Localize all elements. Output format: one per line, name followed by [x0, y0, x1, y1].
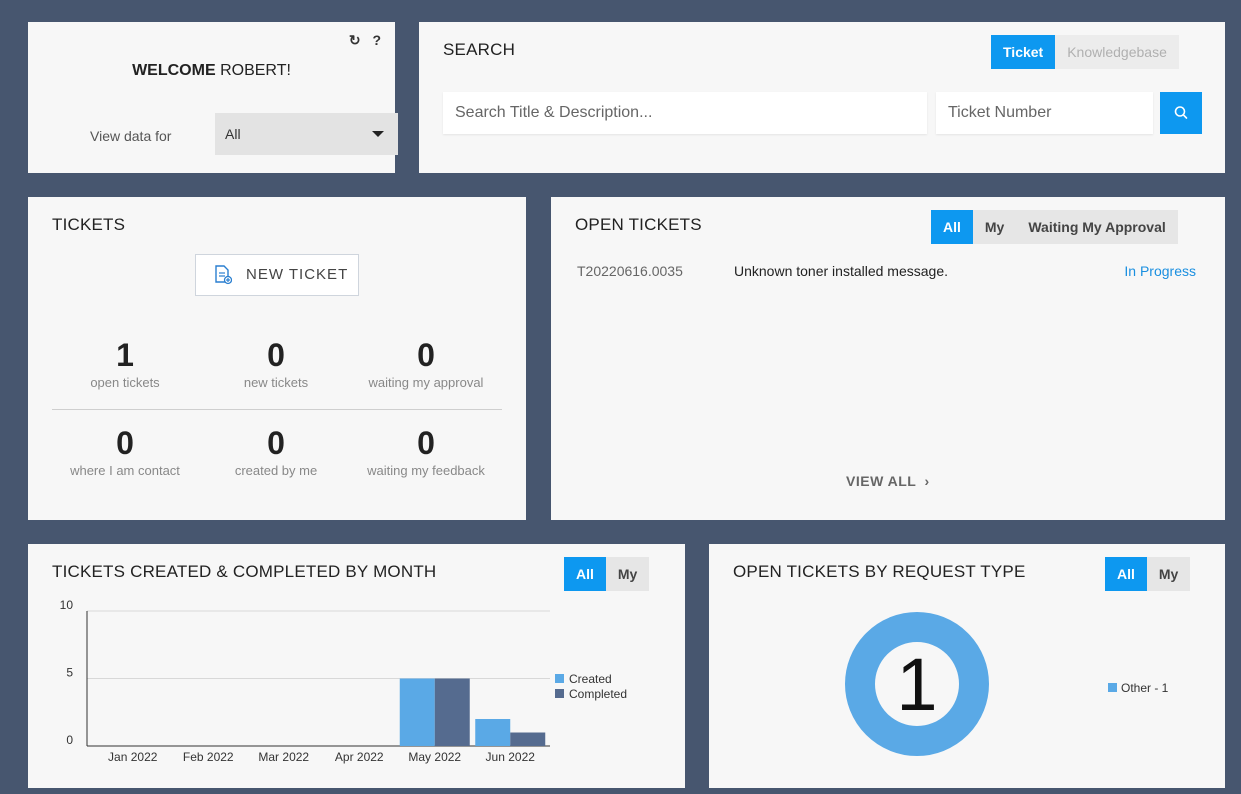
monthly-chart-panel: TICKETS CREATED & COMPLETED BY MONTH All…	[28, 544, 685, 788]
stat-where-contact[interactable]: 0 where I am contact	[45, 425, 205, 478]
open-tickets-title: OPEN TICKETS	[575, 215, 702, 234]
filter-my[interactable]: My	[973, 210, 1016, 244]
welcome-label: WELCOME	[132, 62, 216, 79]
bar-chart: 0 5 10 Jan 2022 Feb 2022 Mar 2022 Apr 2022 May …	[60, 598, 627, 764]
stat-value: 1	[116, 337, 134, 373]
x-tick-label: Mar 2022	[258, 750, 309, 764]
stat-label: open tickets	[90, 375, 160, 390]
stat-value: 0	[267, 425, 285, 461]
open-tickets-filter: All My Waiting My Approval	[931, 210, 1178, 244]
legend-swatch	[555, 689, 564, 698]
x-tick-label: Apr 2022	[335, 750, 384, 764]
legend-label: Completed	[569, 687, 627, 701]
search-button[interactable]	[1160, 92, 1202, 134]
welcome-toolbar: ↻ ?	[341, 32, 381, 49]
ticket-status: In Progress	[1124, 263, 1196, 279]
stat-label: waiting my feedback	[367, 463, 485, 478]
search-title: SEARCH	[443, 40, 516, 59]
x-tick-label: Jan 2022	[108, 750, 158, 764]
view-all-label: VIEW ALL	[846, 473, 917, 489]
bar-created[interactable]	[475, 719, 511, 746]
stat-created-by-me[interactable]: 0 created by me	[196, 425, 356, 478]
ticket-title[interactable]: Unknown toner installed message.	[734, 263, 948, 279]
stat-label: created by me	[234, 463, 318, 478]
bar-completed[interactable]	[434, 678, 470, 747]
ticket-number-input[interactable]: Ticket Number	[936, 92, 1153, 134]
view-data-value: All	[225, 126, 241, 142]
new-ticket-button[interactable]: NEW TICKET	[195, 254, 359, 296]
donut-chart: 1 Other - 1	[845, 612, 1169, 756]
view-all-link[interactable]: VIEW ALL ›	[846, 473, 930, 489]
ticket-number[interactable]: T20220616.0035	[577, 263, 683, 279]
search-icon	[1174, 106, 1188, 119]
refresh-icon[interactable]: ↻	[349, 32, 361, 48]
welcome-heading: WELCOME ROBERT!	[28, 62, 395, 80]
welcome-panel: ↻ ? WELCOME ROBERT! View data for All	[28, 22, 398, 173]
stat-value: 0	[417, 425, 435, 461]
x-tick-label: Jun 2022	[486, 750, 536, 764]
tickets-title: TICKETS	[52, 215, 126, 234]
new-document-icon	[215, 265, 232, 285]
search-title-input[interactable]: Search Title & Description...	[443, 92, 927, 134]
view-data-select[interactable]: All	[215, 113, 398, 155]
stat-waiting-feedback[interactable]: 0 waiting my feedback	[346, 425, 506, 478]
search-panel: SEARCH Ticket Knowledgebase Search Title…	[419, 22, 1225, 173]
legend-label: Created	[569, 672, 612, 686]
y-tick-label: 5	[66, 666, 73, 680]
tab-knowledgebase[interactable]: Knowledgebase	[1055, 35, 1179, 69]
stat-waiting-approval[interactable]: 0 waiting my approval	[346, 337, 506, 390]
search-type-toggle: Ticket Knowledgebase	[991, 35, 1179, 69]
help-icon[interactable]: ?	[372, 32, 381, 48]
stat-value: 0	[417, 337, 435, 373]
donut-center-value: 1	[896, 643, 937, 726]
tickets-panel: TICKETS NEW TICKET 1 open tickets 0 new …	[28, 197, 526, 520]
stat-label: waiting my approval	[368, 375, 484, 390]
stat-label: where I am contact	[70, 463, 180, 478]
filter-all[interactable]: All	[931, 210, 973, 244]
stats-divider	[52, 409, 502, 410]
chevron-down-icon	[372, 131, 384, 137]
bar-completed[interactable]	[510, 732, 546, 747]
x-tick-label: Feb 2022	[183, 750, 234, 764]
stat-open-tickets[interactable]: 1 open tickets	[45, 337, 205, 390]
legend-label: Other - 1	[1121, 681, 1169, 695]
new-ticket-label: NEW TICKET	[246, 266, 349, 283]
stat-new-tickets[interactable]: 0 new tickets	[196, 337, 356, 390]
stat-label: new tickets	[243, 375, 309, 390]
stat-value: 0	[267, 337, 285, 373]
open-tickets-panel: OPEN TICKETS All My Waiting My Approval …	[551, 197, 1225, 520]
chevron-right-icon: ›	[924, 473, 930, 489]
y-tick-label: 10	[60, 598, 74, 612]
x-tick-label: May 2022	[408, 750, 461, 764]
stat-value: 0	[116, 425, 134, 461]
legend-swatch	[555, 674, 564, 683]
view-data-label: View data for	[90, 128, 172, 144]
tab-ticket[interactable]: Ticket	[991, 35, 1056, 69]
legend-swatch	[1108, 683, 1117, 692]
request-type-panel: OPEN TICKETS BY REQUEST TYPE All My 1 Oth…	[709, 544, 1225, 788]
user-name: ROBERT!	[220, 62, 291, 79]
filter-waiting-approval[interactable]: Waiting My Approval	[1016, 210, 1177, 244]
bar-created[interactable]	[399, 678, 435, 747]
y-tick-label: 0	[66, 733, 73, 747]
